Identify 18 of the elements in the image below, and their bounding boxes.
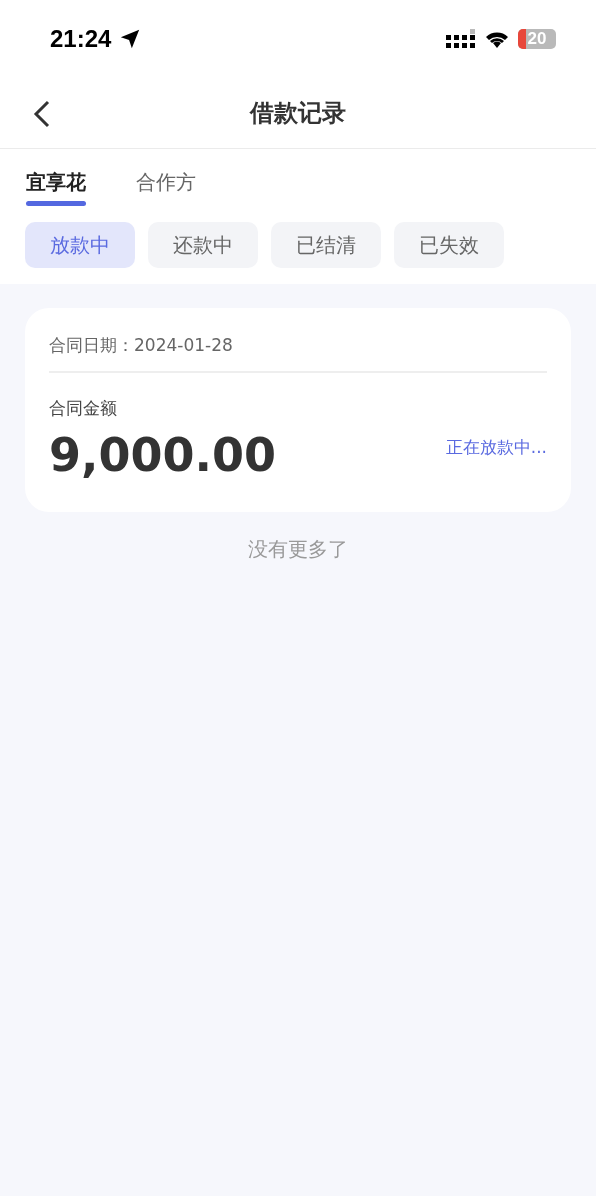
tab[interactable]: 合作方 xyxy=(136,169,196,206)
amount-label: 合同金额 xyxy=(49,397,118,420)
amount-value: 9,000.00 xyxy=(49,428,276,482)
end-of-list-text: 没有更多了 xyxy=(248,536,348,563)
tab[interactable]: 宜享花 xyxy=(26,169,86,206)
signal-icon xyxy=(446,29,476,49)
filter-chip[interactable]: 已失效 xyxy=(394,222,504,268)
battery-icon: 20 xyxy=(518,29,556,49)
status-time: 21:24 xyxy=(50,25,112,53)
back-chevron-icon xyxy=(32,99,52,129)
page-title: 借款记录 xyxy=(250,98,346,129)
loan-status: 正在放款中... xyxy=(445,436,547,459)
filter-chip[interactable]: 已结清 xyxy=(271,222,381,268)
filter-chip[interactable]: 放款中 xyxy=(25,222,135,268)
record-card[interactable]: 合同日期：2024-01-28 合同金额 9,000.00 正在放款中... xyxy=(25,308,571,512)
location-arrow-icon xyxy=(119,28,142,50)
filter-chip[interactable]: 还款中 xyxy=(148,222,258,268)
contract-date: 合同日期：2024-01-28 xyxy=(49,334,547,373)
